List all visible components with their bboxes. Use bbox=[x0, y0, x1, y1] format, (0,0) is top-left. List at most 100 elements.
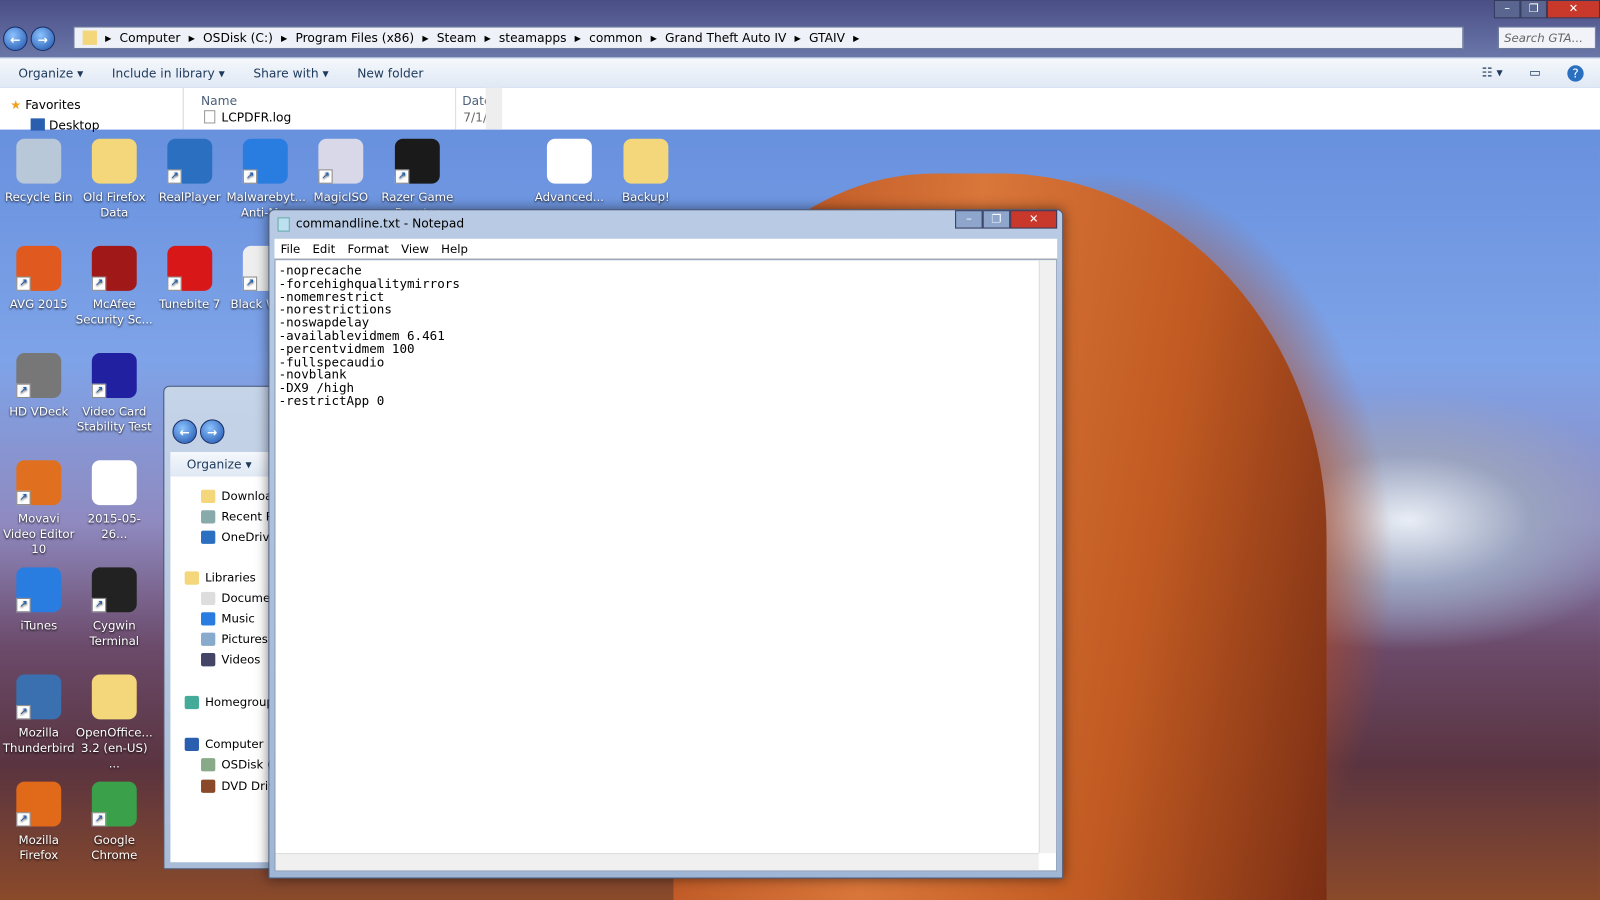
desktop-icon-movavi-video-editor-10[interactable]: ↗ Movavi Video Editor 10 bbox=[0, 460, 78, 557]
app-icon bbox=[16, 138, 62, 184]
breadcrumb-arrow-icon[interactable]: ▶ bbox=[853, 33, 859, 42]
nav-item[interactable]: Pictures bbox=[201, 632, 268, 646]
desktop-icon-mozilla-firefox[interactable]: ↗ Mozilla Firefox bbox=[0, 781, 78, 864]
menu-file[interactable]: File bbox=[274, 241, 306, 255]
close-button[interactable]: ✕ bbox=[1546, 0, 1600, 19]
menu-format[interactable]: Format bbox=[341, 241, 395, 255]
forward-button[interactable]: → bbox=[30, 26, 56, 52]
desktop-icon-backup[interactable]: Backup! bbox=[607, 138, 685, 205]
minimize-button[interactable]: – bbox=[1493, 0, 1521, 19]
desktop-icon-old-firefox-data[interactable]: Old Firefox Data bbox=[76, 138, 154, 221]
minimize-button[interactable]: – bbox=[955, 210, 983, 229]
desktop-icon-2015-05-26[interactable]: 2015-05-26... bbox=[76, 460, 154, 542]
text-file-icon bbox=[204, 110, 216, 124]
help-icon[interactable]: ? bbox=[1567, 64, 1584, 82]
breadcrumb-arrow-icon[interactable]: ▶ bbox=[575, 33, 581, 42]
desktop-icon-magiciso[interactable]: ↗ MagicISO bbox=[302, 138, 380, 205]
nav-item[interactable]: Videos bbox=[201, 652, 260, 666]
maximize-button[interactable]: ❐ bbox=[1520, 0, 1547, 19]
menu-view[interactable]: View bbox=[395, 241, 435, 255]
breadcrumb-arrow-icon[interactable]: ▶ bbox=[281, 33, 287, 42]
back-button[interactable]: ← bbox=[3, 26, 28, 52]
desktop-icon-openoffice-3-2-en-us[interactable]: OpenOffice... 3.2 (en-US) ... bbox=[76, 674, 154, 771]
breadcrumb-item[interactable]: GTAIV bbox=[809, 31, 845, 45]
menu-help[interactable]: Help bbox=[435, 241, 474, 255]
vertical-scrollbar[interactable] bbox=[1038, 260, 1057, 854]
app-icon bbox=[91, 138, 137, 184]
search-input[interactable]: Search GTA... bbox=[1497, 26, 1596, 49]
menu-edit[interactable]: Edit bbox=[306, 241, 341, 255]
maximize-button[interactable]: ❐ bbox=[982, 210, 1011, 229]
desktop-icon-cygwin-terminal[interactable]: ↗ Cygwin Terminal bbox=[76, 567, 154, 649]
desktop-icon-malwarebyt-anti-m[interactable]: ↗ Malwarebyt... Anti-M... bbox=[227, 138, 306, 221]
text-line: -forcehighqualitymirrors bbox=[278, 276, 460, 291]
app-icon: ↗ bbox=[242, 138, 288, 184]
desktop-icon-avg-2015[interactable]: ↗ AVG 2015 bbox=[0, 245, 78, 312]
nav-item[interactable]: OneDrive bbox=[201, 530, 277, 544]
breadcrumb-item[interactable]: Computer bbox=[120, 31, 181, 45]
desktop-icon-video-card-stability-test[interactable]: ↗ Video Card Stability Test bbox=[76, 353, 154, 435]
breadcrumb-arrow-icon[interactable]: ▶ bbox=[484, 33, 490, 42]
breadcrumb-arrow-icon[interactable]: ▶ bbox=[189, 33, 195, 42]
back-button[interactable]: ← bbox=[172, 419, 197, 444]
desktop-icon-razer-game-booster[interactable]: ↗Razer Game Booster bbox=[379, 138, 457, 221]
app-icon bbox=[91, 674, 137, 720]
column-header-name[interactable]: Name bbox=[201, 94, 237, 108]
desktop-icon-advanced[interactable]: Advanced... bbox=[531, 138, 609, 205]
desktop-icon-mcafee-security-sc[interactable]: ↗ McAfee Security Sc... bbox=[76, 245, 154, 328]
share-with-button[interactable]: Share with ▾ bbox=[253, 66, 328, 80]
include-in-library-button[interactable]: Include in library ▾ bbox=[112, 66, 225, 80]
breadcrumb-item[interactable]: OSDisk (C:) bbox=[203, 31, 273, 45]
shortcut-arrow-icon: ↗ bbox=[16, 276, 31, 291]
desktop-icon-recycle-bin[interactable]: Recycle Bin bbox=[0, 138, 78, 205]
nav-item[interactable]: Computer bbox=[184, 736, 264, 752]
forward-button[interactable]: → bbox=[199, 419, 225, 444]
scrollbar[interactable] bbox=[485, 87, 503, 130]
shortcut-arrow-icon: ↗ bbox=[16, 812, 31, 827]
app-icon: ↗ bbox=[91, 353, 137, 398]
address-bar[interactable]: ▶ Computer ▶ OSDisk (C:) ▶ Program Files (x86… bbox=[73, 26, 1464, 49]
desktop-icon-realplayer[interactable]: ↗ RealPlayer bbox=[151, 138, 229, 205]
nav-item[interactable]: Libraries bbox=[184, 570, 256, 585]
breadcrumb-item[interactable]: steamapps bbox=[499, 31, 567, 45]
breadcrumb-item[interactable]: common bbox=[589, 31, 642, 45]
desktop-icon-mozilla-thunderbird[interactable]: ↗ Mozilla Thunderbird bbox=[0, 674, 78, 756]
nav-favorites[interactable]: ★ Favorites bbox=[10, 98, 80, 112]
app-icon: ↗ bbox=[91, 781, 137, 827]
organize-button[interactable]: Organize ▾ bbox=[170, 452, 275, 477]
breadcrumb-arrow-icon[interactable]: ▶ bbox=[651, 33, 657, 42]
desktop-icon-google-chrome[interactable]: ↗ Google Chrome bbox=[76, 781, 154, 864]
nav-item-label: Computer bbox=[205, 736, 264, 752]
shortcut-arrow-icon: ↗ bbox=[16, 597, 31, 613]
breadcrumb-arrow-icon[interactable]: ▶ bbox=[422, 33, 428, 42]
view-options-icon[interactable]: ☷ ▾ bbox=[1482, 65, 1503, 81]
app-icon bbox=[91, 460, 137, 506]
nav-desktop[interactable]: Desktop bbox=[30, 118, 100, 133]
shortcut-arrow-icon: ↗ bbox=[91, 597, 107, 613]
text-editor[interactable]: -noprecache -forcehighqualitymirrors -nome… bbox=[274, 259, 1058, 872]
close-button[interactable]: ✕ bbox=[1010, 210, 1058, 229]
file-list-empty bbox=[502, 87, 1600, 130]
breadcrumb-item[interactable]: Steam bbox=[437, 31, 477, 45]
horizontal-scrollbar[interactable] bbox=[275, 853, 1039, 871]
organize-button[interactable]: Organize ▾ bbox=[18, 66, 83, 80]
breadcrumb-item[interactable]: Program Files (x86) bbox=[295, 31, 414, 45]
preview-pane-icon[interactable]: ▭ bbox=[1529, 65, 1541, 81]
icon-label: Movavi Video Editor 10 bbox=[3, 511, 75, 557]
icon-label: Recycle Bin bbox=[4, 189, 73, 205]
nav-item[interactable]: Music bbox=[201, 611, 255, 626]
breadcrumb-arrow-icon[interactable]: ▶ bbox=[795, 33, 801, 42]
breadcrumb-item[interactable]: Grand Theft Auto IV bbox=[665, 31, 786, 45]
text-line: -DX9 /high bbox=[278, 380, 355, 396]
app-icon: ↗ bbox=[16, 567, 62, 613]
desktop-icon-itunes[interactable]: ↗ iTunes bbox=[0, 567, 78, 633]
breadcrumb-arrow-icon[interactable]: ▶ bbox=[105, 33, 111, 42]
nav-item[interactable]: Homegroup bbox=[184, 695, 274, 709]
new-folder-button[interactable]: New folder bbox=[357, 66, 423, 80]
file-row[interactable]: LCPDFR.log bbox=[204, 110, 291, 124]
desktop-icon-hd-vdeck[interactable]: ↗ HD VDeck bbox=[0, 353, 78, 419]
editor-content[interactable]: -noprecache -forcehighqualitymirrors -nome… bbox=[276, 260, 1057, 412]
nav-item-icon bbox=[201, 757, 216, 771]
desktop-icon-tunebite-7[interactable]: ↗ Tunebite 7 bbox=[151, 245, 229, 312]
file-date: 7/1/ bbox=[463, 110, 488, 125]
